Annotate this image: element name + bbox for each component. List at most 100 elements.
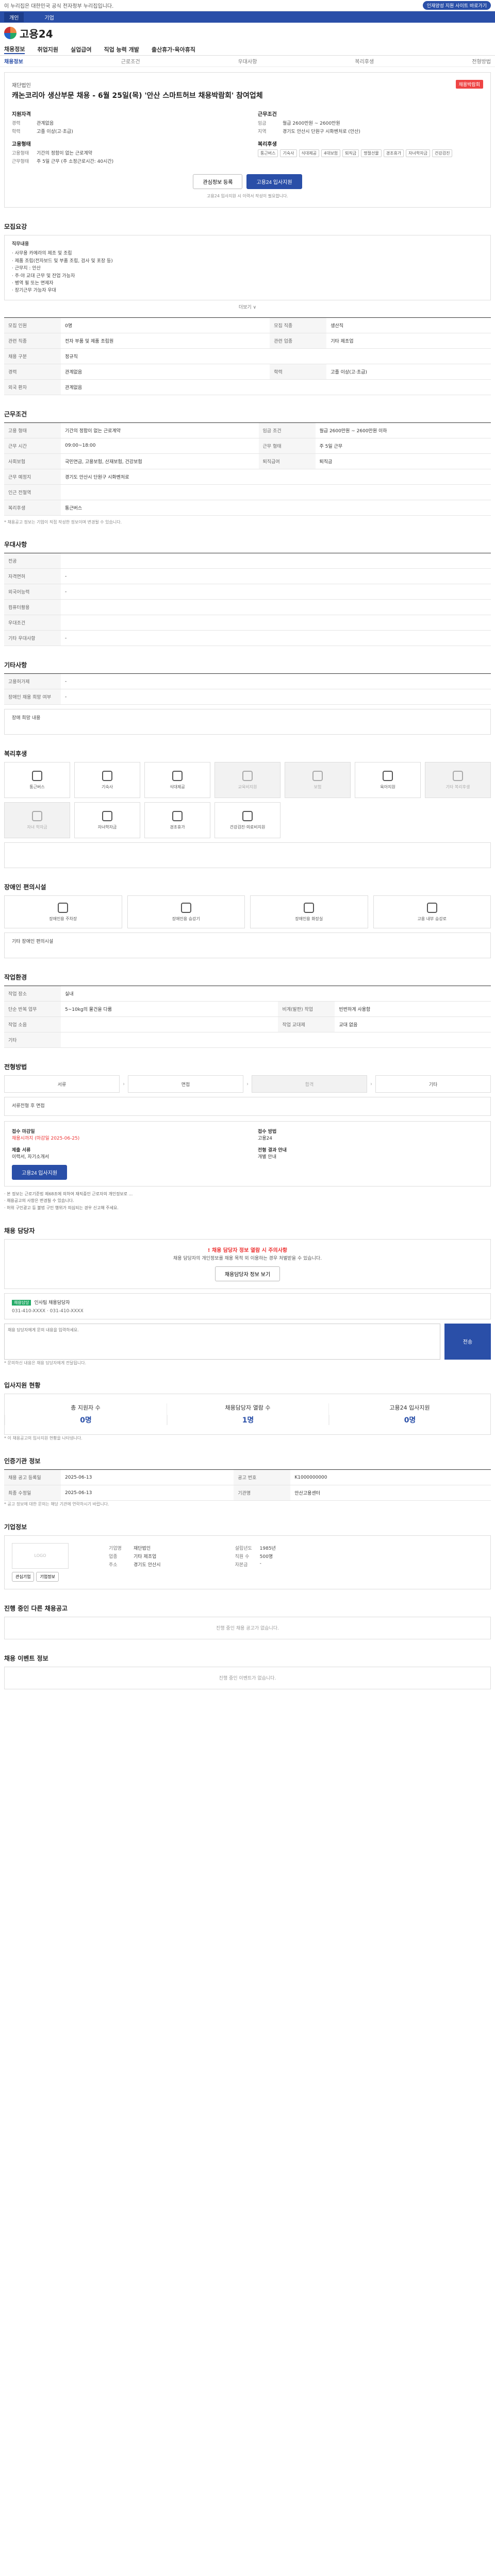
interest-button[interactable]: 관심정보 등록 — [193, 174, 243, 189]
step-arrow-icon: › — [246, 1081, 249, 1087]
table-row: 전공 — [4, 553, 491, 569]
menu-item-support[interactable]: 취업지원 — [37, 45, 58, 54]
tab-conditions[interactable]: 근로조건 — [121, 57, 140, 65]
tab-welfare[interactable]: 복리후생 — [355, 57, 374, 65]
company-field-label: 자본금 — [235, 1562, 248, 1568]
cell-label: 기타 — [4, 1032, 61, 1048]
table-row: 컴퓨터활용 — [4, 599, 491, 616]
apply-button[interactable]: 고용24 입사지원 — [246, 174, 302, 189]
menu-item-jobs[interactable]: 채용정보 — [4, 45, 25, 54]
cell-value: 월급 2600만원 ~ 2600만원 이하 — [315, 422, 491, 438]
menu-item-training[interactable]: 직업 능력 개발 — [104, 45, 139, 54]
contact-fax: 031-410-XXXX — [50, 1308, 84, 1314]
tab-recruit-info[interactable]: 채용정보 — [4, 57, 23, 65]
cell-label: 학력 — [270, 364, 327, 380]
qa-area: 전송 — [4, 1323, 491, 1360]
brand-logo[interactable]: 고용24 — [4, 26, 53, 41]
welfare-chip: 식대제공 — [299, 149, 319, 157]
welfare-item-label: 육아지원 — [380, 784, 395, 789]
facility-icons: 장애인용 주차장 장애인용 승강기 장애인용 화장실 고용 내부 승강로 — [4, 895, 491, 929]
cell-label: 모집 인원 — [4, 317, 61, 333]
stat-value: 0명 — [5, 1415, 167, 1426]
welfare-item-label: 보험 — [314, 784, 322, 789]
company-heading: 기업정보 — [4, 1523, 27, 1531]
kv-value: 관계없음 — [37, 121, 54, 126]
menu-item-leave[interactable]: 출산휴가·육아휴직 — [152, 45, 195, 54]
welfare-item: 자녀 학자금 — [4, 802, 70, 839]
welfare-chip: 경조휴가 — [383, 149, 404, 157]
note-line: · 허위 구인광고 등 불법 구인 행위가 의심되는 경우 신고해 주세요. — [4, 1205, 119, 1210]
welfare-item-label: 기숙사 — [101, 784, 113, 789]
cell-label: 관련 직종 — [4, 333, 61, 349]
company-field-label: 직원 수 — [235, 1554, 250, 1560]
tab-preference[interactable]: 우대사항 — [238, 57, 257, 65]
menu-item-unemployment[interactable]: 실업급여 — [71, 45, 91, 54]
more-link[interactable]: 더보기 ∨ — [4, 303, 491, 310]
cell-value: 정규직 — [61, 348, 491, 364]
process-notes: · 본 정보는 근로기준법 제68조에 의하여 재직중인 근로자의 개인정보로 … — [4, 1191, 491, 1212]
welfare-item-label: 식대제공 — [170, 784, 185, 789]
cell-label: 퇴직급여 — [258, 453, 316, 469]
cell-label: 임금 조건 — [258, 422, 316, 438]
contact-tag: 채용담당 — [12, 1299, 31, 1306]
cell-label: 비계(발판) 작업 — [278, 1001, 335, 1018]
cell-value: K1000000000 — [290, 1469, 491, 1486]
detail-table: 모집 인원 0명 모집 직종 생산직 관련 직종 전자 부품 및 제품 조립원 관련 업종 기… — [4, 317, 491, 395]
kv-label: 근무형태 — [12, 159, 29, 164]
welfare-item: 육아지원 — [355, 762, 421, 799]
tab-process[interactable]: 전형방법 — [472, 57, 491, 65]
view-contact-button[interactable]: 채용담당자 정보 보기 — [214, 1266, 280, 1281]
reg-heading: 인증기관 정보 — [4, 1458, 41, 1465]
header: 고용24 — [0, 23, 495, 43]
cell-label: 우대조건 — [4, 615, 61, 631]
welfare-item: 건강검진·의료비지원 — [214, 802, 280, 839]
cell-value: 주 5일 근무 — [315, 438, 491, 454]
table-row: 기타 우대사항 - — [4, 630, 491, 647]
summary-welfare-heading: 복리후생 — [258, 142, 277, 147]
facility-icon — [180, 902, 191, 913]
apply-button-2[interactable]: 고용24 입사지원 — [12, 1164, 68, 1180]
condition-table: 고용 형태 기간의 정함이 없는 근로계약 임금 조건 월급 2600만원 ~ 260… — [4, 422, 491, 516]
stat-label: 고용24 입사지원 — [389, 1404, 430, 1412]
table-row: 외국어능력 - — [4, 584, 491, 600]
cell-label: 작업 장소 — [4, 986, 61, 1002]
welfare-icon — [32, 810, 42, 821]
process-steps: 서류 › 면접 › 합격 › 기타 — [4, 1075, 491, 1093]
tab-company[interactable]: 기업 — [44, 13, 54, 21]
welfare-icon — [102, 770, 112, 781]
disability-note: 장애 희망 내용 — [12, 716, 41, 721]
condition-note: * 채용공고 정보는 기업이 직접 작성한 정보이며 변경될 수 있습니다. — [4, 519, 122, 524]
kv-value: 월급 2600만원 ~ 2600만원 — [283, 121, 340, 126]
company-info-button[interactable]: 기업정보 — [36, 1571, 59, 1582]
facility-icon — [58, 902, 69, 913]
welfare-item-label: 경조휴가 — [170, 824, 185, 829]
qa-send-button[interactable]: 전송 — [444, 1323, 491, 1360]
kv-value: 경기도 안산시 단원구 시화벤처로 (안산) — [283, 129, 360, 134]
talent-site-link[interactable]: 인재양성 지원 사이트 바로가기 — [422, 1, 491, 10]
welfare-icon — [172, 810, 183, 821]
cell-label: 근무 예정지 — [4, 469, 61, 485]
table-row: 관련 직종 전자 부품 및 제품 조립원 관련 업종 기타 제조업 — [4, 333, 491, 349]
company-field: 기업명 재단법인 — [109, 1545, 231, 1551]
interest-company-button[interactable]: 관심기업 — [12, 1571, 35, 1582]
page-root: 이 누리집은 대한민국 공식 전자정부 누리집입니다. 인재양성 지원 사이트 … — [0, 0, 495, 1689]
welfare-item-label: 자녀학자금 — [97, 824, 117, 829]
facility-icon — [304, 902, 315, 913]
summary-left: 지원자격 경력 관계없음 학력 고졸 이상(고·초급) 고용형태 고용형태 기간의 정… — [12, 110, 237, 166]
preference-table: 전공 자격면허 - 외국어능력 - 컴퓨터활용 우대조건 기타 우대사항 - — [4, 553, 491, 647]
process-method-box: 서류전형 후 면접 — [4, 1097, 491, 1116]
description-line: · 사무용 카메라의 제조 및 조립 — [12, 251, 72, 257]
note-line: · 채용공고의 사항은 변경될 수 있습니다. — [4, 1198, 74, 1204]
stat-value: 1명 — [167, 1415, 328, 1426]
process-heading: 전형방법 — [4, 1063, 27, 1071]
welfare-chip: 명절선물 — [361, 149, 382, 157]
cell-value — [61, 1032, 491, 1048]
company-field: 설립년도 1985년 — [235, 1545, 357, 1551]
cell-value — [61, 1016, 278, 1033]
tab-personal[interactable]: 개인 — [4, 12, 24, 22]
cell-value: 관계없음 — [61, 364, 270, 380]
step-arrow-icon: › — [123, 1081, 125, 1087]
welfare-icon — [242, 810, 253, 821]
cell-value: 09:00~18:00 — [61, 438, 259, 454]
qa-input[interactable] — [4, 1323, 440, 1360]
